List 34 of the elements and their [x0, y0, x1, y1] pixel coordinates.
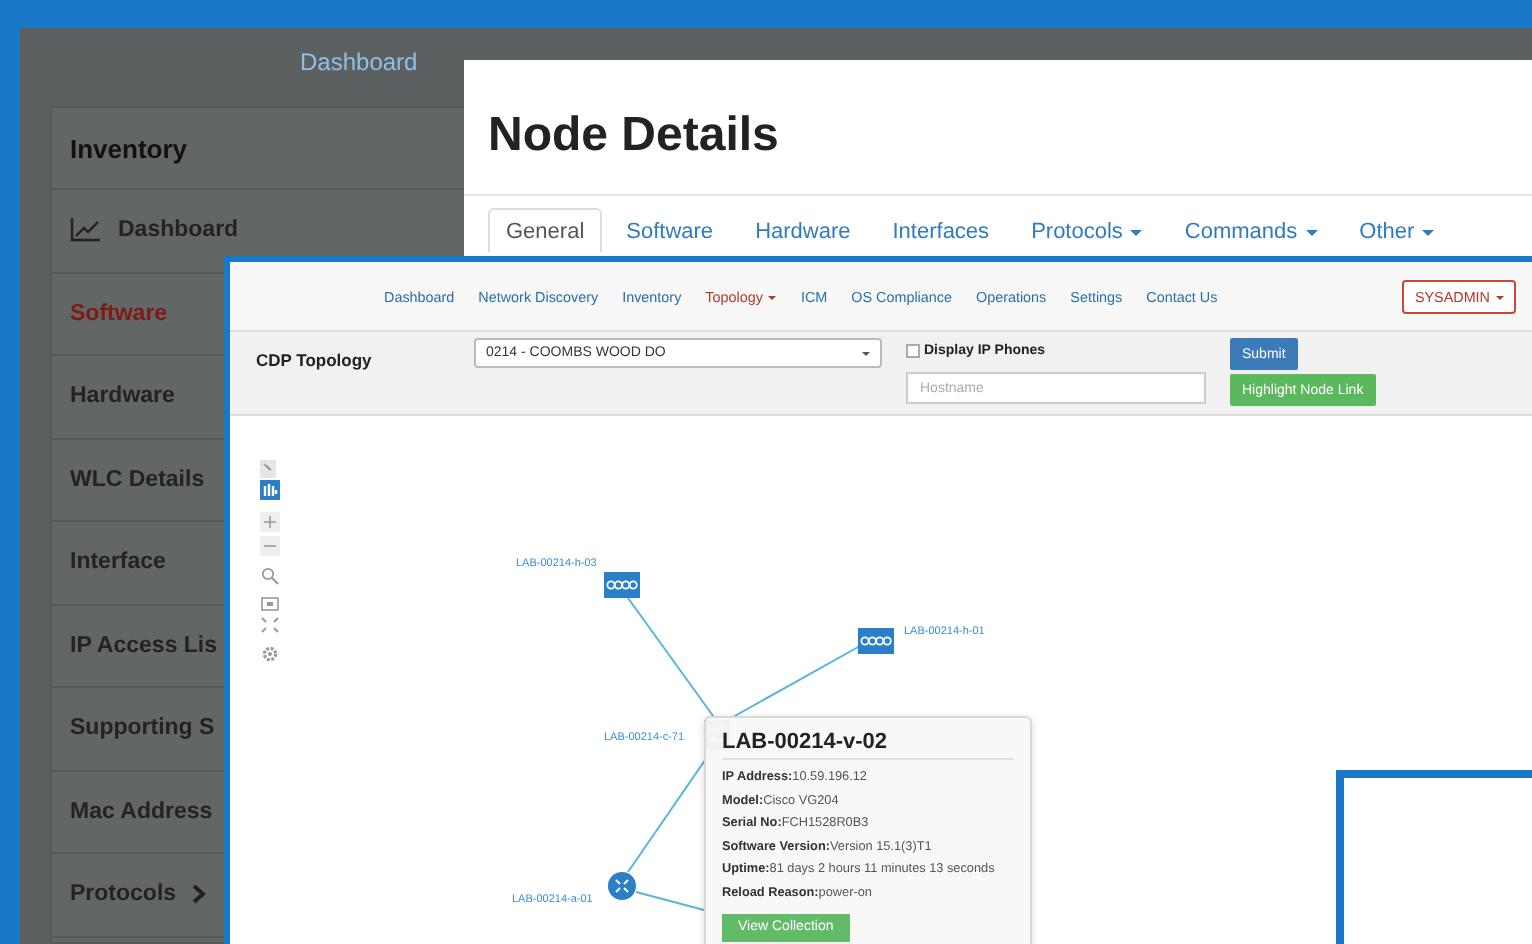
tab[interactable]: Interfaces	[874, 208, 1008, 252]
sidebar-item[interactable]: Mac Address	[70, 799, 213, 824]
expand-icon[interactable]	[261, 617, 279, 633]
sidebar-item[interactable]: WLC Details	[70, 467, 205, 492]
tab[interactable]: General	[488, 208, 603, 252]
sidebar-item[interactable]: Protocols	[70, 882, 177, 907]
router-node-icon[interactable]	[608, 872, 636, 900]
sidebar-item[interactable]: Supporting S	[70, 716, 215, 741]
line-chart-icon	[70, 218, 102, 243]
connection-line	[635, 891, 705, 911]
hub-node-icon[interactable]	[858, 628, 894, 654]
zoom-out-icon[interactable]	[260, 536, 280, 556]
caret-icon	[862, 351, 870, 355]
fit-view-icon[interactable]	[261, 597, 279, 611]
nav-link[interactable]: Dashboard	[300, 48, 418, 88]
settings-icon[interactable]	[262, 646, 278, 662]
tab[interactable]: Software	[608, 208, 732, 252]
hub-node-icon[interactable]	[604, 572, 640, 598]
zoom-in-icon[interactable]	[260, 512, 280, 532]
sidebar-item[interactable]: Interface	[70, 550, 166, 575]
tooltip-title: LAB-00214-v-02	[722, 730, 1014, 760]
sidebar-item[interactable]: Hardware	[70, 384, 175, 409]
sidebar-item[interactable]: Dashboard	[118, 218, 239, 243]
connection-line	[627, 597, 717, 721]
tab[interactable]: Protocols	[1013, 208, 1161, 252]
tab[interactable]: Other	[1341, 208, 1453, 252]
tab[interactable]: Commands	[1166, 208, 1336, 252]
sidebar-item[interactable]: IP Access Lis	[70, 633, 218, 658]
caret-icon	[1496, 295, 1504, 300]
tab[interactable]: Hardware	[737, 208, 869, 252]
panel-title: CDP Topology	[256, 350, 374, 370]
checkbox[interactable]	[906, 343, 920, 357]
magnifier-icon[interactable]	[261, 567, 279, 585]
modal-title: Node Details	[464, 60, 1532, 196]
